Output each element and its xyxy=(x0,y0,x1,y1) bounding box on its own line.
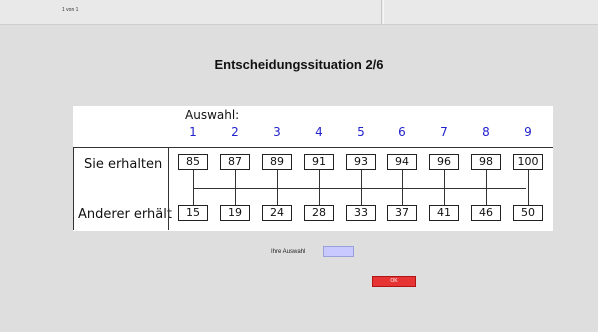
self-value-cell: 91 xyxy=(304,154,334,170)
connector-tick xyxy=(235,170,236,205)
panel-bottom-edge xyxy=(73,230,553,231)
self-value-cell: 87 xyxy=(220,154,250,170)
other-value-cell: 50 xyxy=(513,205,543,221)
table-label-divider xyxy=(168,147,169,230)
self-value-cell: 96 xyxy=(429,154,459,170)
other-value-cell: 41 xyxy=(429,205,459,221)
other-value-cell: 15 xyxy=(178,205,208,221)
self-value-cell: 85 xyxy=(178,154,208,170)
other-value-cell: 33 xyxy=(346,205,376,221)
option-number: 7 xyxy=(440,125,448,139)
self-value-cell: 89 xyxy=(262,154,292,170)
self-value-cell: 93 xyxy=(346,154,376,170)
option-number: 8 xyxy=(482,125,490,139)
page-title: Entscheidungssituation 2/6 xyxy=(214,57,384,72)
other-value-cell: 19 xyxy=(220,205,250,221)
option-number: 9 xyxy=(524,125,532,139)
other-value-cell: 46 xyxy=(471,205,501,221)
option-number: 5 xyxy=(357,125,365,139)
table-left-line xyxy=(73,147,74,230)
connector-tick xyxy=(402,170,403,205)
connector-tick xyxy=(193,170,194,205)
connector-tick xyxy=(528,170,529,205)
connector-tick xyxy=(361,170,362,205)
row-label-self: Sie erhalten xyxy=(84,157,163,172)
choice-label: Ihre Auswahl xyxy=(271,249,306,255)
connector-tick xyxy=(444,170,445,205)
choice-input[interactable] xyxy=(323,246,354,257)
option-number: 4 xyxy=(315,125,323,139)
table-top-line xyxy=(73,147,553,148)
self-value-cell: 100 xyxy=(513,154,543,170)
connector-tick xyxy=(486,170,487,205)
option-number: 1 xyxy=(189,125,197,139)
option-number: 2 xyxy=(231,125,239,139)
ok-button[interactable]: OK xyxy=(372,276,416,287)
option-number: 3 xyxy=(273,125,281,139)
row-label-other: Anderer erhält xyxy=(78,207,172,222)
top-bar: 1 von 1 xyxy=(0,0,598,25)
self-value-cell: 94 xyxy=(387,154,417,170)
self-value-cell: 98 xyxy=(471,154,501,170)
other-value-cell: 28 xyxy=(304,205,334,221)
connector-tick xyxy=(319,170,320,205)
connector-tick xyxy=(277,170,278,205)
auswahl-label: Auswahl: xyxy=(185,108,240,122)
other-value-cell: 37 xyxy=(387,205,417,221)
option-number: 6 xyxy=(398,125,406,139)
other-value-cell: 24 xyxy=(262,205,292,221)
decision-panel: Auswahl: Sie erhalten Anderer erhält 1 85… xyxy=(73,106,553,230)
period-indicator: 1 von 1 xyxy=(62,7,79,13)
connector-line xyxy=(193,188,526,189)
top-bar-divider xyxy=(381,0,384,24)
